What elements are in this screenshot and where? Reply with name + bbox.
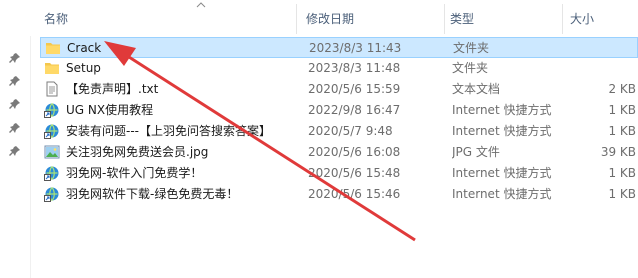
file-name: 安装有问题---【上羽免问答搜索答案】 xyxy=(66,124,271,138)
file-size: 1 KB xyxy=(608,103,636,117)
file-size: 39 KB xyxy=(600,145,636,159)
file-date: 2023/8/3 11:48 xyxy=(308,61,401,75)
pin-icon[interactable] xyxy=(9,122,21,134)
file-name: 关注羽免网免费送会员.jpg xyxy=(66,145,209,159)
file-row[interactable]: Crack 2023/8/3 11:43 文件夹 xyxy=(40,37,638,58)
file-size: 1 KB xyxy=(608,187,636,201)
pin-icon[interactable] xyxy=(9,145,21,157)
internet-shortcut-icon xyxy=(44,123,60,139)
file-date: 2022/9/8 16:47 xyxy=(308,103,401,117)
file-name: 【免责声明】.txt xyxy=(66,82,159,96)
file-type: Internet 快捷方式 xyxy=(452,124,552,138)
file-size xyxy=(570,60,636,77)
file-date: 2020/5/6 15:48 xyxy=(308,166,401,180)
navigation-pane xyxy=(0,0,31,278)
internet-shortcut-icon xyxy=(44,102,60,118)
file-size xyxy=(571,40,637,57)
file-name: Setup xyxy=(66,61,101,75)
file-type: 文件夹 xyxy=(453,41,490,55)
file-row[interactable]: UG NX使用教程 2022/9/8 16:47 Internet 快捷方式 1 KB xyxy=(40,100,638,121)
image-file-icon xyxy=(44,144,60,160)
file-type: JPG 文件 xyxy=(452,145,500,159)
column-size[interactable]: 大小 xyxy=(570,10,594,28)
column-type[interactable]: 类型 xyxy=(450,10,474,28)
file-size: 1 KB xyxy=(608,166,636,180)
file-type: Internet 快捷方式 xyxy=(452,187,552,201)
text-file-icon xyxy=(44,81,60,97)
column-divider[interactable] xyxy=(296,4,297,34)
file-type: 文件夹 xyxy=(452,61,489,75)
folder-icon xyxy=(44,60,60,76)
column-date[interactable]: 修改日期 xyxy=(306,10,354,28)
file-date: 2023/8/3 11:43 xyxy=(309,41,402,55)
pin-icon[interactable] xyxy=(9,75,21,87)
file-row[interactable]: 羽免网-软件入门免费学！ 2020/5/6 15:48 Internet 快捷方式 1… xyxy=(40,163,638,184)
column-name[interactable]: 名称 xyxy=(44,10,68,28)
internet-shortcut-icon xyxy=(44,165,60,181)
file-row[interactable]: 【免责声明】.txt 2020/5/6 15:59 文本文档 2 KB xyxy=(40,79,638,100)
file-row[interactable]: 安装有问题---【上羽免问答搜索答案】 2020/5/7 9:48 Internet… xyxy=(40,121,638,142)
file-type: Internet 快捷方式 xyxy=(452,103,552,117)
file-date: 2020/5/7 9:48 xyxy=(308,124,393,138)
file-date: 2020/5/6 15:59 xyxy=(308,82,401,96)
file-name: 羽免网-软件入门免费学！ xyxy=(66,166,203,180)
file-name: 羽免网软件下载-绿色免费无毒！ xyxy=(66,187,239,201)
column-divider[interactable] xyxy=(444,4,445,34)
file-row[interactable]: Setup 2023/8/3 11:48 文件夹 xyxy=(40,58,638,79)
sort-ascending-icon xyxy=(196,2,206,8)
file-size: 1 KB xyxy=(608,124,636,138)
file-row[interactable]: 羽免网软件下载-绿色免费无毒！ 2020/5/6 15:46 Internet 快捷… xyxy=(40,184,638,205)
file-date: 2020/5/6 16:08 xyxy=(308,145,401,159)
file-name: UG NX使用教程 xyxy=(66,103,154,117)
file-type: 文本文档 xyxy=(452,82,501,96)
column-divider[interactable] xyxy=(562,4,563,34)
file-name: Crack xyxy=(67,41,102,55)
file-date: 2020/5/6 15:46 xyxy=(308,187,401,201)
pin-icon[interactable] xyxy=(9,98,21,110)
column-header: 名称 修改日期 类型 大小 xyxy=(30,0,638,36)
internet-shortcut-icon xyxy=(44,186,60,202)
file-type: Internet 快捷方式 xyxy=(452,166,552,180)
pin-icon[interactable] xyxy=(9,52,21,64)
file-row[interactable]: 关注羽免网免费送会员.jpg 2020/5/6 16:08 JPG 文件 39 KB xyxy=(40,142,638,163)
file-size: 2 KB xyxy=(608,82,636,96)
folder-icon xyxy=(45,40,61,56)
